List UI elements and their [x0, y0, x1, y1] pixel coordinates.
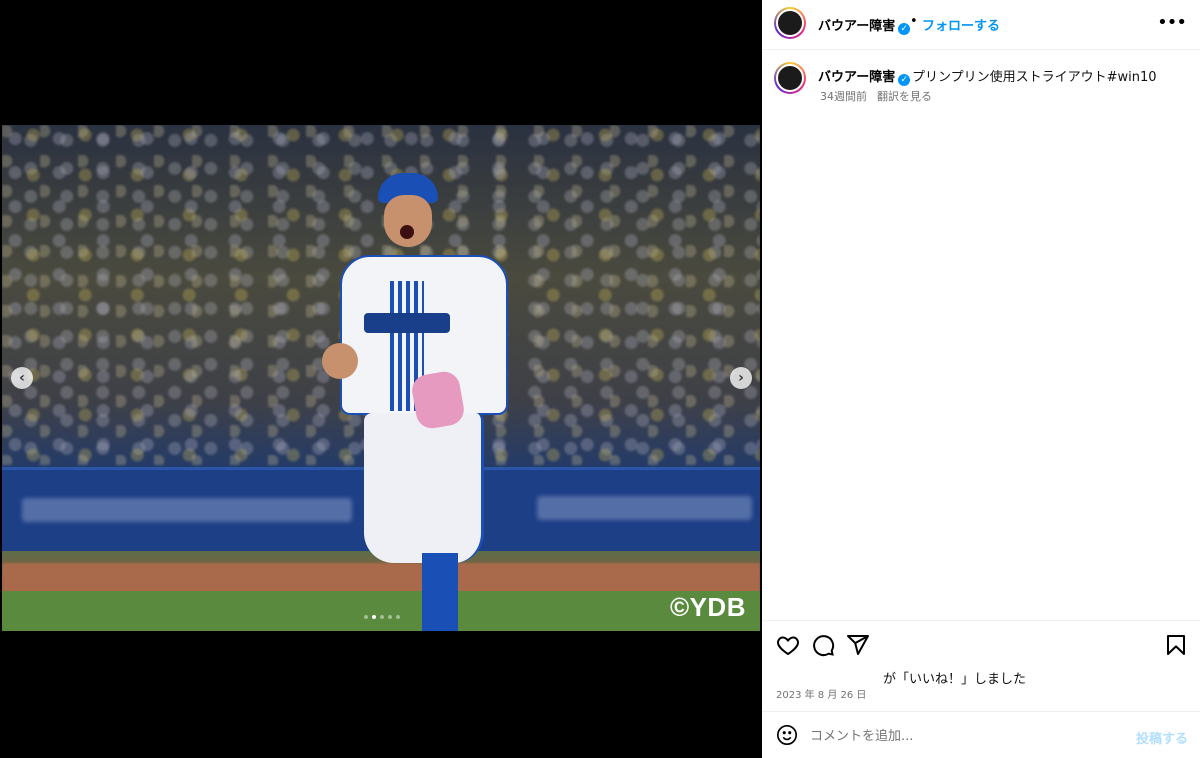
post-header: バウアー障害 ✓ • フォローする ••• [762, 0, 1200, 50]
carousel-dot [364, 615, 368, 619]
comment-bar: 投稿する [762, 711, 1200, 758]
verified-icon: ✓ [898, 74, 911, 86]
carousel-dot [380, 615, 384, 619]
translate-link[interactable]: 翻訳を見る [877, 90, 932, 103]
post-photo[interactable]: ©YDB [2, 125, 760, 631]
post-age: 34週間前 [820, 90, 867, 103]
chevron-right-icon[interactable]: › [730, 367, 752, 389]
post-side-pane: バウアー障害 ✓ • フォローする ••• バウアー障害 ✓ プリンプリン使用ストラ… [762, 0, 1200, 758]
comment-input[interactable] [810, 726, 1110, 746]
emoji-icon[interactable] [776, 724, 798, 746]
verified-icon: ✓ [898, 23, 911, 35]
heart-icon[interactable] [776, 633, 800, 657]
caption-username[interactable]: バウアー障害 ✓ [818, 66, 911, 86]
carousel-indicator [364, 615, 400, 619]
avatar[interactable] [774, 7, 806, 39]
pitcher-figure [322, 173, 522, 631]
comment-icon[interactable] [811, 633, 835, 657]
caption-text: プリンプリン使用ストライアウト#win10 [912, 70, 1157, 85]
caption-meta: 34週間前 翻訳を見る [820, 88, 932, 104]
bookmark-icon[interactable] [1164, 633, 1188, 657]
more-icon[interactable]: ••• [1157, 12, 1187, 33]
post-comment-button[interactable]: 投稿する [1136, 728, 1188, 747]
share-icon[interactable] [846, 633, 870, 657]
photo-watermark: ©YDB [669, 592, 746, 622]
chevron-left-icon[interactable]: ‹ [11, 367, 33, 389]
instagram-post: ©YDB ‹ › バウアー障害 ✓ • フォローする ••• バウアー障害 ✓ プリ… [0, 0, 1200, 758]
caption-avatar[interactable] [774, 62, 806, 94]
header-separator: • [910, 14, 918, 29]
follow-button[interactable]: フォローする [922, 15, 1000, 34]
carousel-dot [396, 615, 400, 619]
action-bar [762, 620, 1200, 666]
carousel-dot [388, 615, 392, 619]
media-pane: ©YDB ‹ › [0, 0, 762, 758]
post-date[interactable]: 2023 年 8 月 26 日 [776, 686, 866, 701]
carousel-dot [372, 615, 376, 619]
likes-summary: が「いいね！」しました [883, 672, 1027, 687]
header-username[interactable]: バウアー障害 ✓ [818, 15, 911, 35]
